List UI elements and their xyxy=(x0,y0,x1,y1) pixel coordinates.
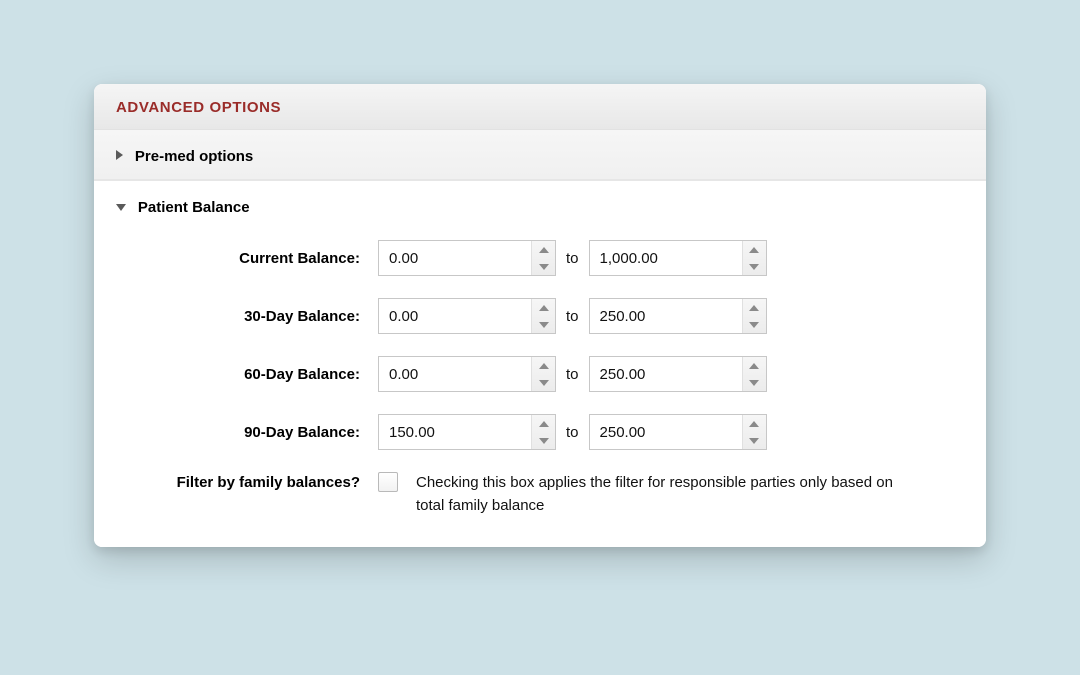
chevron-up-icon xyxy=(749,305,759,311)
chevron-down-icon xyxy=(539,380,549,386)
section-patient-balance: Patient Balance Current Balance: to xyxy=(94,181,986,547)
range-separator: to xyxy=(556,424,589,441)
advanced-options-panel: ADVANCED OPTIONS Pre-med options Patient… xyxy=(94,84,986,547)
spinner-up-button[interactable] xyxy=(743,415,766,432)
chevron-down-icon xyxy=(539,322,549,328)
section-patient-balance-body: Current Balance: to xyxy=(94,224,986,547)
chevron-up-icon xyxy=(749,363,759,369)
current-balance-from-spinner xyxy=(378,240,556,276)
row-90-day-balance: 90-Day Balance: to xyxy=(116,414,964,450)
filter-family-description: Checking this box applies the filter for… xyxy=(416,472,896,517)
current-balance-to-spinner xyxy=(589,240,767,276)
spinner-buttons xyxy=(742,357,766,391)
chevron-up-icon xyxy=(539,247,549,253)
d90-balance-to-input[interactable] xyxy=(590,415,742,449)
spinner-up-button[interactable] xyxy=(532,415,555,432)
section-patient-balance-title: Patient Balance xyxy=(138,199,250,216)
spinner-down-button[interactable] xyxy=(532,432,555,449)
section-pre-med-header[interactable]: Pre-med options xyxy=(94,130,986,180)
chevron-right-icon xyxy=(116,150,123,160)
label-filter-family: Filter by family balances? xyxy=(116,472,378,491)
d30-balance-from-spinner xyxy=(378,298,556,334)
chevron-down-icon xyxy=(749,264,759,270)
chevron-down-icon xyxy=(539,264,549,270)
row-filter-family: Filter by family balances? Checking this… xyxy=(116,472,964,517)
spinner-buttons xyxy=(531,415,555,449)
chevron-up-icon xyxy=(539,305,549,311)
range-separator: to xyxy=(556,366,589,383)
d90-balance-from-spinner xyxy=(378,414,556,450)
spinner-down-button[interactable] xyxy=(743,258,766,275)
section-pre-med-title: Pre-med options xyxy=(135,148,253,165)
spinner-buttons xyxy=(531,299,555,333)
spinner-buttons xyxy=(742,299,766,333)
d60-balance-to-input[interactable] xyxy=(590,357,742,391)
spinner-down-button[interactable] xyxy=(532,316,555,333)
spinner-up-button[interactable] xyxy=(743,299,766,316)
chevron-up-icon xyxy=(749,247,759,253)
chevron-down-icon xyxy=(116,204,126,211)
spinner-buttons xyxy=(531,241,555,275)
spinner-up-button[interactable] xyxy=(743,241,766,258)
chevron-up-icon xyxy=(749,421,759,427)
spinner-up-button[interactable] xyxy=(532,357,555,374)
row-current-balance: Current Balance: to xyxy=(116,240,964,276)
panel-title: ADVANCED OPTIONS xyxy=(116,99,281,116)
panel-header: ADVANCED OPTIONS xyxy=(94,84,986,130)
d60-balance-from-input[interactable] xyxy=(379,357,531,391)
spinner-down-button[interactable] xyxy=(743,432,766,449)
range-separator: to xyxy=(556,250,589,267)
label-60-day-balance: 60-Day Balance: xyxy=(116,366,378,383)
current-balance-from-input[interactable] xyxy=(379,241,531,275)
chevron-up-icon xyxy=(539,363,549,369)
spinner-buttons xyxy=(742,241,766,275)
range-separator: to xyxy=(556,308,589,325)
spinner-down-button[interactable] xyxy=(743,316,766,333)
d30-balance-to-input[interactable] xyxy=(590,299,742,333)
d60-balance-to-spinner xyxy=(589,356,767,392)
d60-balance-from-spinner xyxy=(378,356,556,392)
row-30-day-balance: 30-Day Balance: to xyxy=(116,298,964,334)
spinner-up-button[interactable] xyxy=(532,241,555,258)
spinner-down-button[interactable] xyxy=(532,374,555,391)
spinner-up-button[interactable] xyxy=(532,299,555,316)
spinner-up-button[interactable] xyxy=(743,357,766,374)
chevron-down-icon xyxy=(749,438,759,444)
spinner-down-button[interactable] xyxy=(743,374,766,391)
section-pre-med: Pre-med options xyxy=(94,130,986,181)
chevron-up-icon xyxy=(539,421,549,427)
chevron-down-icon xyxy=(539,438,549,444)
filter-family-checkbox[interactable] xyxy=(378,472,398,492)
chevron-down-icon xyxy=(749,322,759,328)
chevron-down-icon xyxy=(749,380,759,386)
current-balance-to-input[interactable] xyxy=(590,241,742,275)
spinner-buttons xyxy=(531,357,555,391)
d30-balance-from-input[interactable] xyxy=(379,299,531,333)
d90-balance-from-input[interactable] xyxy=(379,415,531,449)
row-60-day-balance: 60-Day Balance: to xyxy=(116,356,964,392)
spinner-buttons xyxy=(742,415,766,449)
d30-balance-to-spinner xyxy=(589,298,767,334)
section-patient-balance-header[interactable]: Patient Balance xyxy=(94,181,986,224)
label-current-balance: Current Balance: xyxy=(116,250,378,267)
label-90-day-balance: 90-Day Balance: xyxy=(116,424,378,441)
spinner-down-button[interactable] xyxy=(532,258,555,275)
label-30-day-balance: 30-Day Balance: xyxy=(116,308,378,325)
d90-balance-to-spinner xyxy=(589,414,767,450)
